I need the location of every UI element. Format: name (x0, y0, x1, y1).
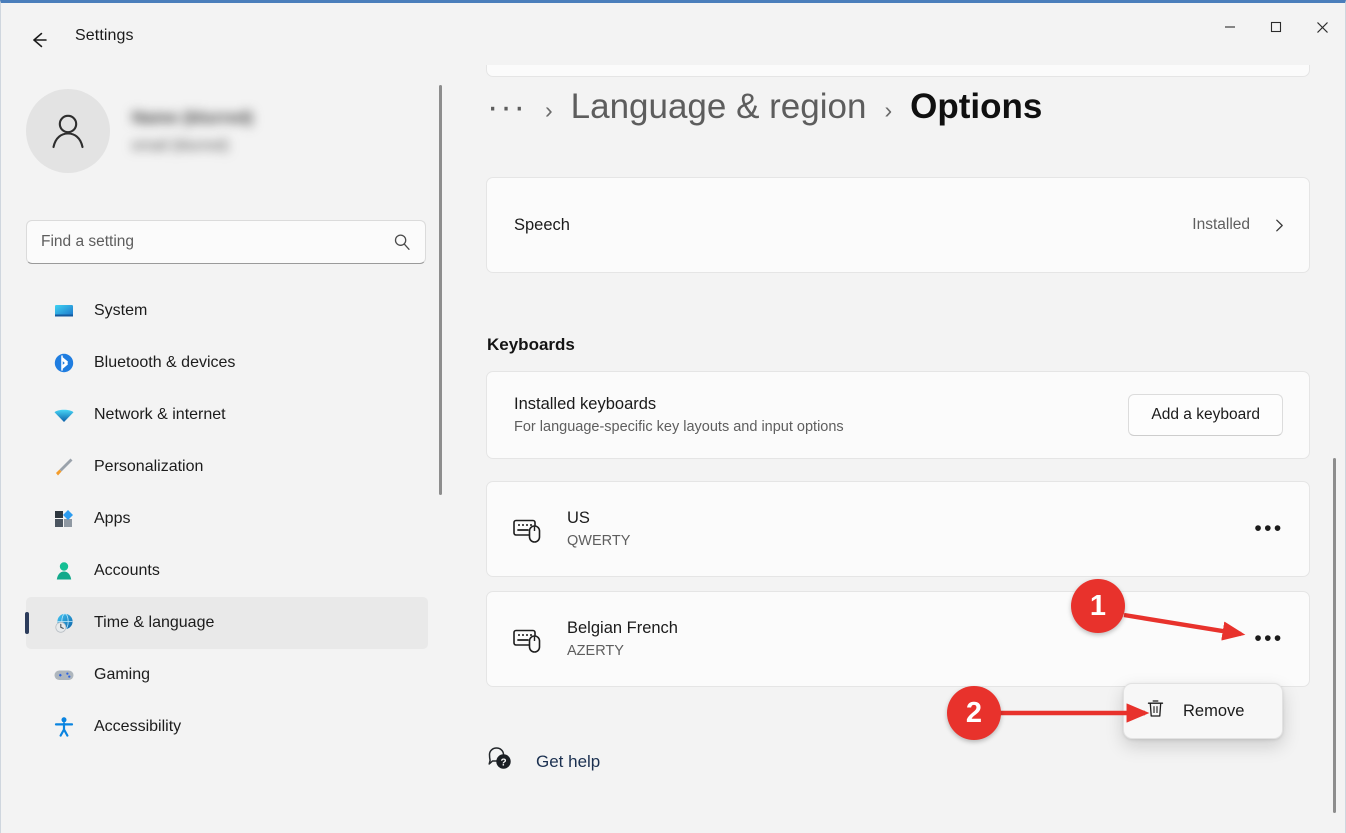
globe-clock-icon (53, 612, 75, 634)
breadcrumb-parent-link[interactable]: Language & region (571, 87, 867, 127)
sidebar-item-label: System (94, 302, 147, 320)
remove-menu-item[interactable]: Remove (1123, 683, 1283, 739)
keyboards-section-heading: Keyboards (487, 335, 575, 355)
keyboard-mouse-icon (511, 622, 545, 656)
trash-icon (1144, 697, 1167, 725)
help-question-bubble-icon: ? (486, 745, 514, 778)
sidebar-item-label: Network & internet (94, 406, 226, 424)
sidebar-nav: System Bluetooth & devices (26, 285, 428, 753)
sidebar-item-label: Accounts (94, 562, 160, 580)
back-arrow-icon (27, 29, 49, 51)
installed-keyboards-title: Installed keyboards (514, 395, 844, 414)
chevron-right-icon: › (545, 97, 553, 124)
profile-block[interactable]: Name (blurred) email (blurred) (26, 89, 253, 173)
speech-setting-row[interactable]: Speech Installed (486, 177, 1310, 273)
speech-label: Speech (514, 216, 570, 235)
maximize-icon (1270, 21, 1282, 33)
keyboard-name: Belgian French (567, 619, 678, 638)
breadcrumb: ··· › Language & region › Options (487, 87, 1042, 127)
keyboard-name: US (567, 509, 630, 528)
sidebar-item-label: Bluetooth & devices (94, 354, 235, 372)
keyboard-mouse-icon (511, 512, 545, 546)
profile-name: Name (blurred) (132, 108, 253, 128)
sidebar-item-label: Accessibility (94, 718, 181, 736)
sidebar-item-time-language[interactable]: Time & language (26, 597, 428, 649)
search-box[interactable] (26, 220, 426, 264)
profile-email: email (blurred) (132, 137, 253, 154)
installed-keyboards-subtitle: For language-specific key layouts and in… (514, 419, 844, 435)
content-scrollbar[interactable] (1333, 458, 1336, 813)
chevron-right-icon: › (884, 97, 892, 124)
back-button[interactable] (19, 21, 57, 59)
sidebar-item-gaming[interactable]: Gaming (26, 649, 428, 701)
monitor-icon (53, 300, 75, 322)
installed-keyboards-row: Installed keyboards For language-specifi… (486, 371, 1310, 459)
accessibility-person-icon (53, 716, 75, 738)
sidebar: Name (blurred) email (blurred) (1, 65, 453, 833)
sidebar-item-label: Personalization (94, 458, 203, 476)
chevron-right-icon (1272, 218, 1287, 233)
sidebar-item-label: Time & language (94, 614, 214, 632)
sidebar-item-label: Apps (94, 510, 130, 528)
breadcrumb-overflow-button[interactable]: ··· (487, 97, 527, 117)
svg-text:?: ? (500, 757, 506, 768)
close-button[interactable] (1299, 3, 1345, 51)
keyboard-layout: QWERTY (567, 533, 630, 549)
avatar (26, 89, 110, 173)
search-input[interactable] (27, 233, 393, 251)
minimize-button[interactable] (1207, 3, 1253, 51)
get-help-link[interactable]: ? Get help (486, 745, 600, 778)
close-icon (1316, 21, 1329, 34)
annotation-badge-2: 2 (947, 686, 1001, 740)
page-title: Options (910, 87, 1042, 127)
belgian-french-more-options-button[interactable]: ••• (1251, 621, 1287, 657)
minimize-icon (1224, 21, 1236, 33)
settings-window: Settings (0, 0, 1346, 833)
apps-icon (53, 508, 75, 530)
search-icon (393, 233, 425, 251)
paintbrush-icon (53, 456, 75, 478)
bluetooth-icon (53, 352, 75, 374)
annotation-badge-1: 1 (1071, 579, 1125, 633)
maximize-button[interactable] (1253, 3, 1299, 51)
user-avatar-icon (43, 106, 93, 156)
clipped-card-above (486, 65, 1310, 77)
app-title: Settings (75, 27, 134, 45)
add-a-keyboard-button[interactable]: Add a keyboard (1128, 394, 1283, 436)
sidebar-item-accounts[interactable]: Accounts (26, 545, 428, 597)
account-person-icon (53, 560, 75, 582)
remove-label: Remove (1183, 702, 1244, 721)
speech-status: Installed (1192, 216, 1250, 234)
sidebar-item-network-internet[interactable]: Network & internet (26, 389, 428, 441)
get-help-label: Get help (536, 752, 600, 772)
sidebar-item-apps[interactable]: Apps (26, 493, 428, 545)
gamepad-icon (53, 664, 75, 686)
keyboard-row-us: US QWERTY ••• (486, 481, 1310, 577)
keyboard-row-belgian-french: Belgian French AZERTY ••• (486, 591, 1310, 687)
keyboard-layout: AZERTY (567, 643, 678, 659)
sidebar-item-bluetooth-devices[interactable]: Bluetooth & devices (26, 337, 428, 389)
sidebar-item-system[interactable]: System (26, 285, 428, 337)
wifi-icon (53, 404, 75, 426)
us-more-options-button[interactable]: ••• (1251, 511, 1287, 547)
sidebar-item-label: Gaming (94, 666, 150, 684)
sidebar-item-accessibility[interactable]: Accessibility (26, 701, 428, 753)
sidebar-item-personalization[interactable]: Personalization (26, 441, 428, 493)
title-bar: Settings (1, 3, 1345, 73)
sidebar-scrollbar[interactable] (439, 85, 442, 495)
window-controls (1207, 3, 1345, 51)
